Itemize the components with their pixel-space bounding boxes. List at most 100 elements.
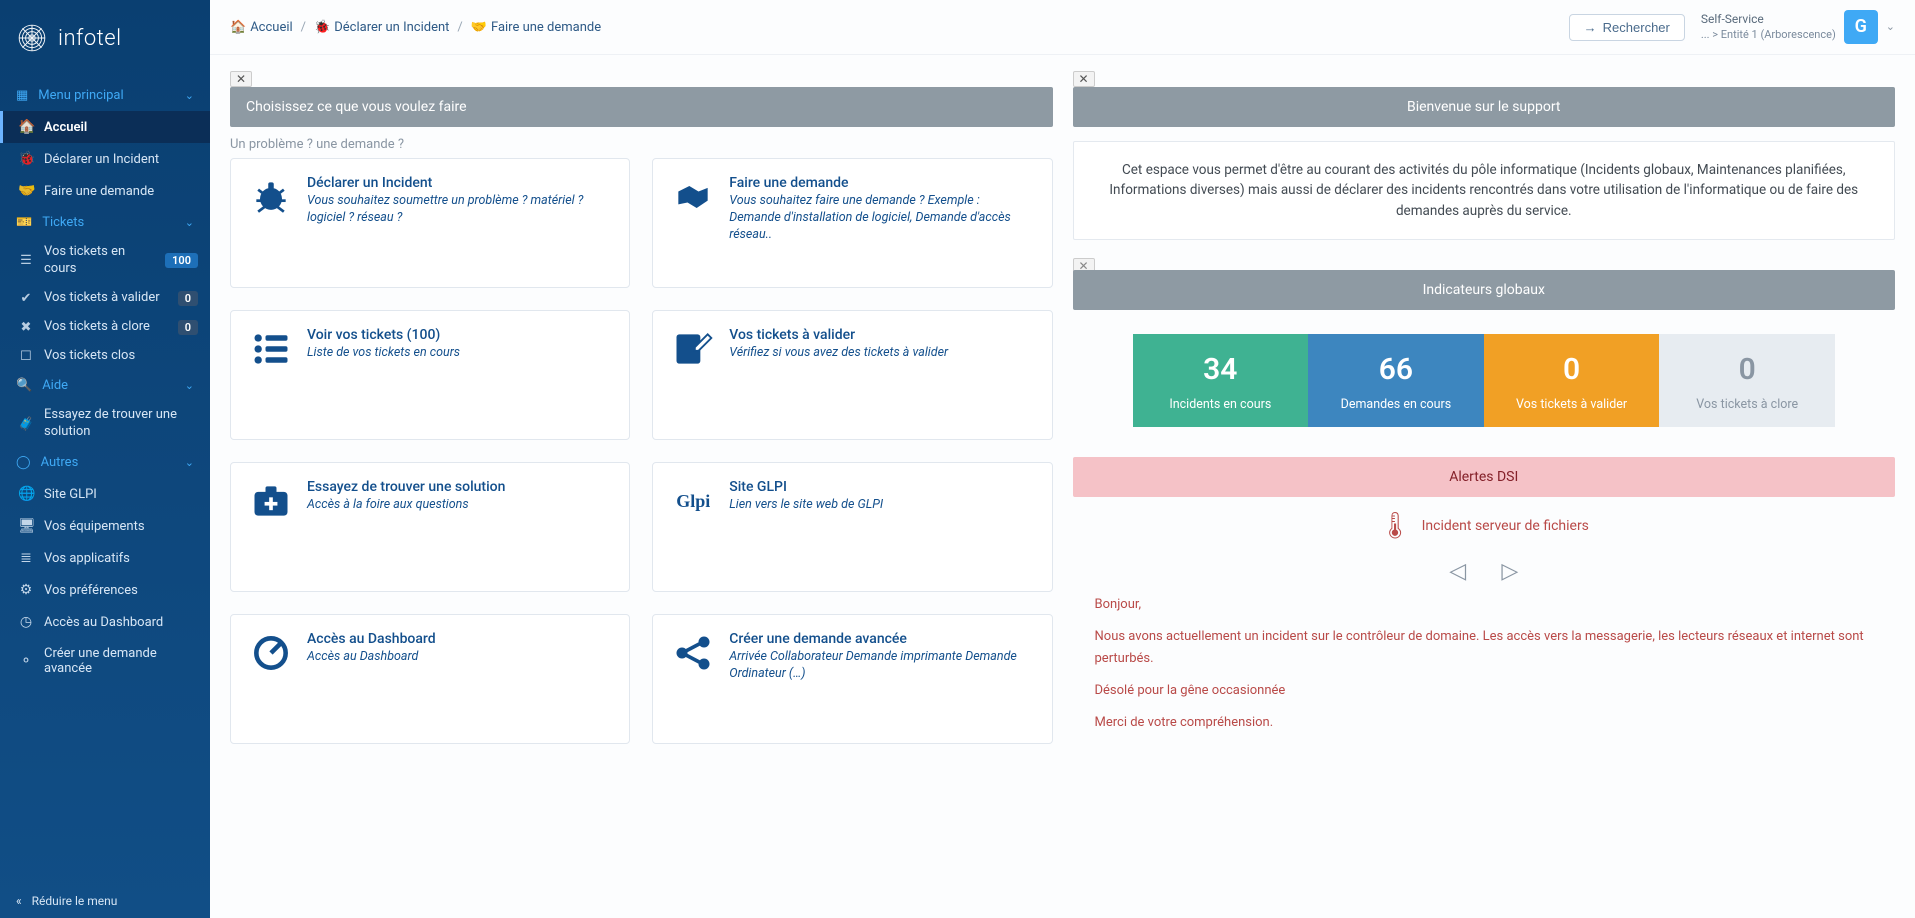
- search-icon: 🔍: [16, 378, 32, 393]
- alert-body: Bonjour, Nous avons actuellement un inci…: [1073, 594, 1896, 754]
- hand-icon: 🤝: [471, 20, 487, 35]
- profile-entity: ... > Entité 1 (Arborescence): [1701, 28, 1836, 42]
- brand-logo[interactable]: infotel: [0, 0, 210, 80]
- sidebar-collapse[interactable]: « Réduire le menu: [0, 884, 210, 918]
- dashboard-icon: ◷: [18, 614, 34, 630]
- menu-label: Aide: [42, 378, 68, 393]
- card-title: Site GLPI: [729, 479, 883, 495]
- sign-icon: [671, 327, 715, 371]
- panel-alerts: Alertes DSI 🌡 Incident serveur de fichie…: [1073, 457, 1896, 754]
- profile-name: Self-Service: [1701, 12, 1836, 28]
- layers-icon: ≣: [18, 550, 34, 566]
- search-button[interactable]: → Rechercher: [1569, 14, 1685, 41]
- chevron-down-icon: ⌄: [1886, 20, 1895, 34]
- chevron-left-icon: «: [16, 894, 22, 908]
- close-list-icon: ✖: [18, 320, 34, 335]
- menu-header-autres[interactable]: ◯ Autres ⌄: [0, 447, 210, 478]
- kpi-label: Vos tickets à clore: [1669, 397, 1825, 413]
- card-title: Essayez de trouver une solution: [307, 479, 505, 495]
- kpi-value: 34: [1143, 352, 1299, 387]
- chevron-down-icon: ⌄: [185, 456, 194, 469]
- breadcrumb: 🏠Accueil / 🐞Déclarer un Incident / 🤝Fair…: [230, 20, 601, 35]
- menu-header-tickets[interactable]: 🎫 Tickets ⌄: [0, 207, 210, 238]
- sidebar-item-label: Créer une demande avancée: [44, 646, 194, 676]
- topbar: 🏠Accueil / 🐞Déclarer un Incident / 🤝Fair…: [210, 0, 1915, 55]
- alert-prev[interactable]: ◁: [1433, 559, 1482, 584]
- chevron-down-icon: ⌄: [185, 216, 194, 229]
- breadcrumb-request[interactable]: 🤝Faire une demande: [471, 20, 601, 35]
- card-title: Déclarer un Incident: [307, 175, 611, 191]
- kpi-valider[interactable]: 0 Vos tickets à valider: [1484, 334, 1660, 427]
- breadcrumb-declare[interactable]: 🐞Déclarer un Incident: [314, 20, 449, 35]
- kpi-label: Incidents en cours: [1143, 397, 1299, 413]
- menu-label: Autres: [41, 455, 79, 470]
- kpi-value: 0: [1494, 352, 1650, 387]
- card-demande-avancee[interactable]: Créer une demande avancée Arrivée Collab…: [652, 614, 1052, 744]
- avatar[interactable]: G: [1844, 10, 1878, 44]
- sidebar-item-label: Déclarer un Incident: [44, 152, 159, 167]
- sidebar-item-equipements[interactable]: 🖥 Vos équipements: [0, 510, 210, 542]
- handshake-icon: [671, 175, 715, 219]
- menu-header-aide[interactable]: 🔍 Aide ⌄: [0, 370, 210, 401]
- profile-box[interactable]: Self-Service ... > Entité 1 (Arborescenc…: [1701, 10, 1895, 44]
- sidebar-item-faire-demande[interactable]: 🤝 Faire une demande: [0, 175, 210, 207]
- bug-icon: 🐞: [18, 151, 34, 167]
- sidebar-collapse-label: Réduire le menu: [32, 894, 118, 908]
- card-tickets-valider[interactable]: Vos tickets à valider Vérifiez si vous a…: [652, 310, 1052, 440]
- card-title: Vos tickets à valider: [729, 327, 948, 343]
- panel-indicators: ✕ Indicateurs globaux 34 Incidents en co…: [1073, 270, 1896, 427]
- sidebar-item-declare-incident[interactable]: 🐞 Déclarer un Incident: [0, 143, 210, 175]
- sidebar-item-tickets-valider[interactable]: ✔ Vos tickets à valider 0: [0, 284, 210, 313]
- sidebar: infotel ▦ Menu principal ⌄ 🏠 Accueil 🐞 D…: [0, 0, 210, 918]
- kpi-incidents[interactable]: 34 Incidents en cours: [1133, 334, 1309, 427]
- kpi-label: Demandes en cours: [1318, 397, 1474, 413]
- kpi-value: 66: [1318, 352, 1474, 387]
- sidebar-item-label: Vos applicatifs: [44, 551, 130, 566]
- sidebar-item-applicatifs[interactable]: ≣ Vos applicatifs: [0, 542, 210, 574]
- kpi-demandes[interactable]: 66 Demandes en cours: [1308, 334, 1484, 427]
- circle-icon: ◯: [16, 455, 31, 470]
- sidebar-item-preferences[interactable]: ⚙ Vos préférences: [0, 574, 210, 606]
- sidebar-item-tickets-clore[interactable]: ✖ Vos tickets à clore 0: [0, 313, 210, 342]
- hand-icon: 🤝: [18, 183, 34, 199]
- welcome-text: Cet espace vous permet d'être au courant…: [1073, 141, 1896, 240]
- card-dashboard[interactable]: Accès au Dashboard Accès au Dashboard: [230, 614, 630, 744]
- badge: 0: [178, 291, 198, 306]
- kpi-clore[interactable]: 0 Vos tickets à clore: [1659, 334, 1835, 427]
- breadcrumb-sep: /: [455, 20, 464, 35]
- card-desc: Accès à la foire aux questions: [307, 497, 505, 514]
- card-site-glpi[interactable]: Glpi Site GLPI Lien vers le site web de …: [652, 462, 1052, 592]
- sidebar-item-dashboard[interactable]: ◷ Accès au Dashboard: [0, 606, 210, 638]
- sidebar-item-tickets-clos[interactable]: ☐ Vos tickets clos: [0, 342, 210, 371]
- card-find-solution[interactable]: Essayez de trouver une solution Accès à …: [230, 462, 630, 592]
- bug-icon: 🐞: [314, 20, 330, 35]
- card-faire-demande[interactable]: Faire une demande Vous souhaitez faire u…: [652, 158, 1052, 288]
- kpi-value: 0: [1669, 352, 1825, 387]
- menu-label: Tickets: [42, 215, 84, 230]
- list-icon: ☰: [18, 253, 34, 268]
- list-icon: [249, 327, 293, 371]
- brand-icon: [16, 22, 48, 54]
- card-desc: Lien vers le site web de GLPI: [729, 497, 883, 514]
- sidebar-item-demande-avancee[interactable]: ⚬ Créer une demande avancée: [0, 638, 210, 684]
- menu-label: Menu principal: [38, 88, 123, 103]
- arrow-right-icon: →: [1584, 20, 1597, 35]
- home-icon: 🏠: [230, 20, 246, 35]
- brand-text: infotel: [58, 26, 122, 51]
- panel-close[interactable]: ✕: [1073, 71, 1095, 87]
- menu-header-main[interactable]: ▦ Menu principal ⌄: [0, 80, 210, 111]
- card-voir-tickets[interactable]: Voir vos tickets (100) Liste de vos tick…: [230, 310, 630, 440]
- card-declare-incident[interactable]: Déclarer un Incident Vous souhaitez soum…: [230, 158, 630, 288]
- breadcrumb-sep: /: [299, 20, 308, 35]
- sidebar-item-accueil[interactable]: 🏠 Accueil: [0, 111, 210, 143]
- panel-close[interactable]: ✕: [230, 71, 252, 87]
- breadcrumb-home[interactable]: 🏠Accueil: [230, 20, 293, 35]
- card-title: Faire une demande: [729, 175, 1033, 191]
- sidebar-item-site-glpi[interactable]: 🌐 Site GLPI: [0, 478, 210, 510]
- sidebar-item-solution[interactable]: 🧳 Essayez de trouver une solution: [0, 401, 210, 447]
- panel-head: Choisissez ce que vous voulez faire: [230, 87, 1053, 127]
- alert-next[interactable]: ▷: [1485, 559, 1534, 584]
- chevron-down-icon: ⌄: [185, 89, 194, 102]
- sidebar-item-tickets-en-cours[interactable]: ☰ Vos tickets en cours 100: [0, 238, 210, 284]
- sidebar-item-label: Vos tickets en cours: [44, 244, 155, 278]
